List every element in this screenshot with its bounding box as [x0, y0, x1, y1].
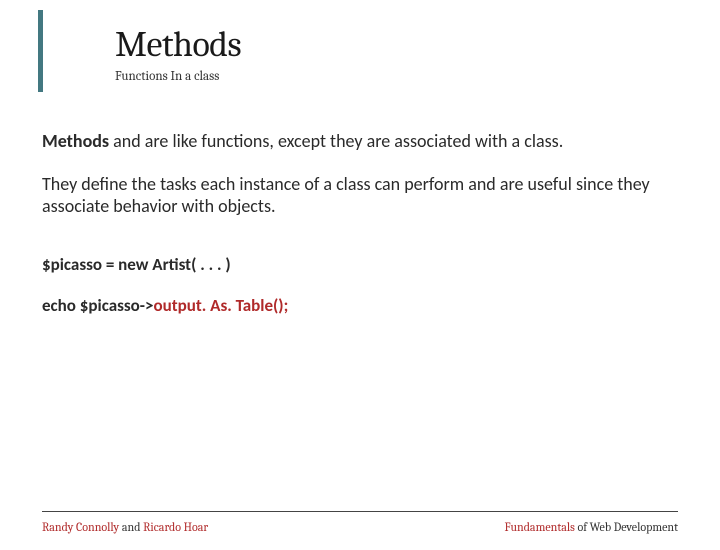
paragraph-1-bold: Methods	[42, 130, 109, 152]
footer-author-2: Ricardo Hoar	[143, 520, 208, 534]
slide-subtitle: Functions In a class	[115, 69, 720, 84]
slide-header: Methods Functions In a class	[38, 10, 720, 92]
footer-book: Fundamentals of Web Development	[505, 520, 678, 534]
code-line-2: echo $picasso->output. As. Table();	[42, 295, 672, 316]
paragraph-1: Methods and are like functions, except t…	[42, 130, 672, 153]
paragraph-2: They define the tasks each instance of a…	[42, 173, 672, 218]
footer-author-1: Randy Connolly	[42, 520, 119, 534]
footer-authors: Randy Connolly and Ricardo Hoar	[42, 520, 208, 534]
paragraph-1-rest: and are like functions, except they are …	[109, 130, 563, 152]
slide-content: Methods and are like functions, except t…	[0, 92, 720, 316]
code-method-name: output. As. Table();	[153, 295, 288, 316]
footer-book-rest: of Web Development	[575, 520, 678, 534]
code-block: $picasso = new Artist( . . . ) echo $pic…	[42, 254, 672, 316]
footer-and: and	[119, 520, 143, 534]
slide-title: Methods	[115, 24, 720, 65]
code-line-2-prefix: echo $picasso->	[42, 295, 153, 316]
slide-footer: Randy Connolly and Ricardo Hoar Fundamen…	[42, 511, 678, 534]
code-line-1: $picasso = new Artist( . . . )	[42, 254, 672, 275]
footer-book-accent: Fundamentals	[505, 520, 575, 534]
